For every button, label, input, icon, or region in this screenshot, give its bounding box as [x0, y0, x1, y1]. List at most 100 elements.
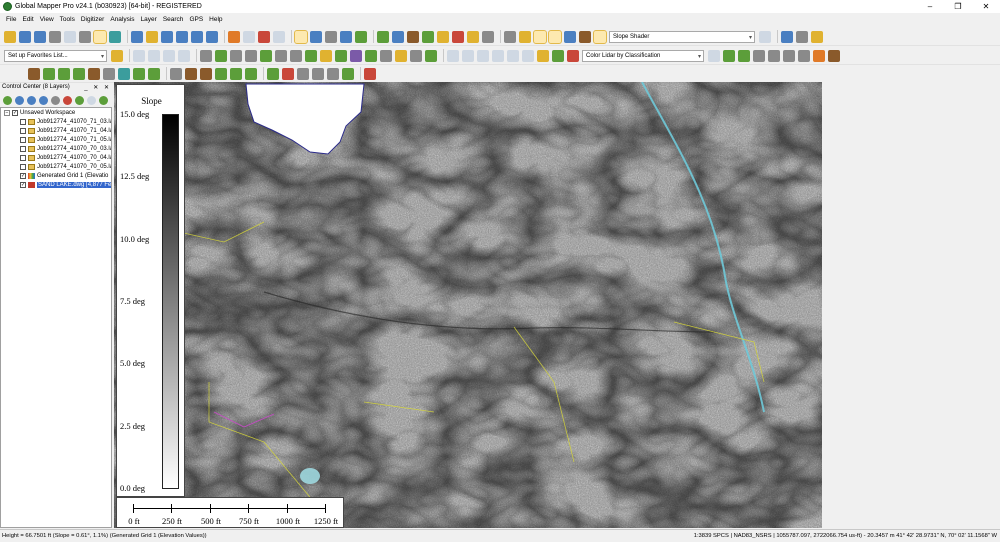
menu-layer[interactable]: Layer — [141, 16, 157, 23]
layer-options-icon[interactable] — [51, 95, 60, 105]
create-area-icon[interactable] — [133, 49, 145, 62]
layer-row[interactable]: Job912774_41070_70_04.la — [1, 153, 111, 162]
sun-icon[interactable] — [437, 30, 449, 43]
lasso-icon[interactable] — [477, 49, 489, 62]
layer-checkbox[interactable] — [20, 136, 26, 143]
lidar-delete-icon[interactable] — [783, 49, 795, 62]
layer-checkbox[interactable] — [20, 127, 26, 134]
slope-icon[interactable] — [579, 30, 591, 43]
save-icon[interactable] — [34, 30, 46, 43]
layer-row[interactable]: Job912774_41070_71_03.la — [1, 117, 111, 126]
view-shed-icon[interactable] — [355, 30, 367, 43]
shader-toggle-icon[interactable] — [593, 29, 607, 44]
menu-analysis[interactable]: Analysis — [110, 16, 134, 23]
layer-check-icon[interactable] — [75, 95, 84, 105]
hillshade-icon[interactable] — [467, 30, 479, 43]
smooth-icon[interactable] — [395, 49, 407, 62]
forest-icon[interactable] — [58, 67, 70, 80]
filter-icon[interactable] — [567, 49, 579, 62]
menu-help[interactable]: Help — [209, 16, 222, 23]
extract-icon[interactable] — [170, 67, 182, 80]
layer-row[interactable]: Job912774_41070_70_05.la — [1, 162, 111, 171]
minimize-button[interactable]: – — [916, 0, 944, 13]
print-icon[interactable] — [49, 30, 61, 43]
water-icon[interactable] — [392, 30, 404, 43]
layer-row[interactable]: Job912774_41070_71_05.la — [1, 135, 111, 144]
path-icon[interactable] — [327, 67, 339, 80]
terrain-icon[interactable] — [377, 30, 389, 43]
shape-icon[interactable] — [452, 30, 464, 43]
layer-link-icon[interactable] — [99, 95, 108, 105]
lidar-stack-icon[interactable] — [828, 49, 840, 62]
edit-icon[interactable] — [243, 30, 255, 43]
relief-icon[interactable] — [548, 29, 562, 44]
buffer-icon[interactable] — [380, 49, 392, 62]
snap-icon[interactable] — [365, 49, 377, 62]
lidar-mountain-icon[interactable] — [798, 49, 810, 62]
maximize-button[interactable]: ❐ — [944, 0, 972, 13]
draw-icon[interactable] — [260, 49, 272, 62]
settings-gear-icon[interactable] — [796, 30, 808, 43]
create-line-icon[interactable] — [148, 49, 160, 62]
workspace-row[interactable]: − ✓ Unsaved Workspace — [1, 108, 111, 117]
collapse-icon[interactable]: − — [4, 109, 10, 116]
feature-info-icon[interactable] — [294, 29, 308, 44]
layer-row[interactable]: ✓ SAND LAKE.dwg [4,877 Fe — [1, 180, 111, 189]
lidar-tree-icon[interactable] — [723, 49, 735, 62]
metadata-icon[interactable] — [39, 95, 48, 105]
layer-checkbox[interactable]: ✓ — [20, 181, 26, 188]
lidar-ground-icon[interactable] — [738, 49, 750, 62]
mosaic-icon[interactable] — [245, 67, 257, 80]
rect-icon[interactable] — [230, 49, 242, 62]
info-icon[interactable] — [310, 30, 322, 43]
contour-icon[interactable] — [422, 30, 434, 43]
menu-tools[interactable]: Tools — [60, 16, 75, 23]
camera-icon[interactable] — [342, 67, 354, 80]
profile-icon[interactable] — [185, 67, 197, 80]
show-all-icon[interactable] — [3, 95, 12, 105]
volume-icon[interactable] — [103, 67, 115, 80]
dem-icon[interactable] — [482, 30, 494, 43]
zoom-layer-icon[interactable] — [15, 95, 24, 105]
layer-row[interactable]: Job912774_41070_71_04.la — [1, 126, 111, 135]
zoom-out-icon[interactable] — [176, 30, 188, 43]
overview-icon[interactable] — [109, 30, 121, 43]
lidar-warning-icon[interactable] — [753, 49, 765, 62]
fly-icon[interactable] — [312, 67, 324, 80]
lidar-profile-icon[interactable] — [768, 49, 780, 62]
stop-icon[interactable] — [282, 67, 294, 80]
reclassify-icon[interactable] — [552, 49, 564, 62]
blend-icon[interactable] — [230, 67, 242, 80]
home-icon[interactable] — [206, 30, 218, 43]
config-wrench-icon[interactable] — [79, 30, 91, 43]
layer-row[interactable]: ✓ Generated Grid 1 (Elevatio — [1, 171, 111, 180]
shader-options-icon[interactable] — [759, 30, 771, 43]
simplify-icon[interactable] — [410, 49, 422, 62]
measure-tool-icon[interactable] — [325, 30, 337, 43]
contrast-icon[interactable] — [564, 30, 576, 43]
grid-icon[interactable] — [133, 67, 145, 80]
control-center-icon[interactable] — [93, 29, 107, 44]
circle-icon[interactable] — [215, 49, 227, 62]
measure-icon[interactable] — [273, 30, 285, 43]
digitizer-pencil-icon[interactable] — [228, 30, 240, 43]
path-profile-icon[interactable] — [340, 30, 352, 43]
menu-digitizer[interactable]: Digitizer — [81, 16, 104, 23]
layer-checkbox[interactable] — [20, 145, 26, 152]
map-view[interactable] — [114, 82, 822, 528]
lidar-icon[interactable] — [519, 30, 531, 43]
compass-icon[interactable] — [364, 67, 376, 80]
zoom-in-icon[interactable] — [161, 30, 173, 43]
delete-icon[interactable] — [258, 30, 270, 43]
favorites-star-icon[interactable] — [111, 49, 123, 62]
split-icon[interactable] — [290, 49, 302, 62]
shader-icon[interactable] — [533, 29, 547, 44]
menu-view[interactable]: View — [40, 16, 54, 23]
classify-icon[interactable] — [537, 49, 549, 62]
pan-hand-icon[interactable] — [146, 30, 158, 43]
create-text-icon[interactable] — [178, 49, 190, 62]
tree-icon[interactable] — [73, 67, 85, 80]
globe-icon[interactable] — [781, 30, 793, 43]
vertex-icon[interactable] — [350, 49, 362, 62]
layer-row[interactable]: Job912774_41070_70_03.la — [1, 144, 111, 153]
